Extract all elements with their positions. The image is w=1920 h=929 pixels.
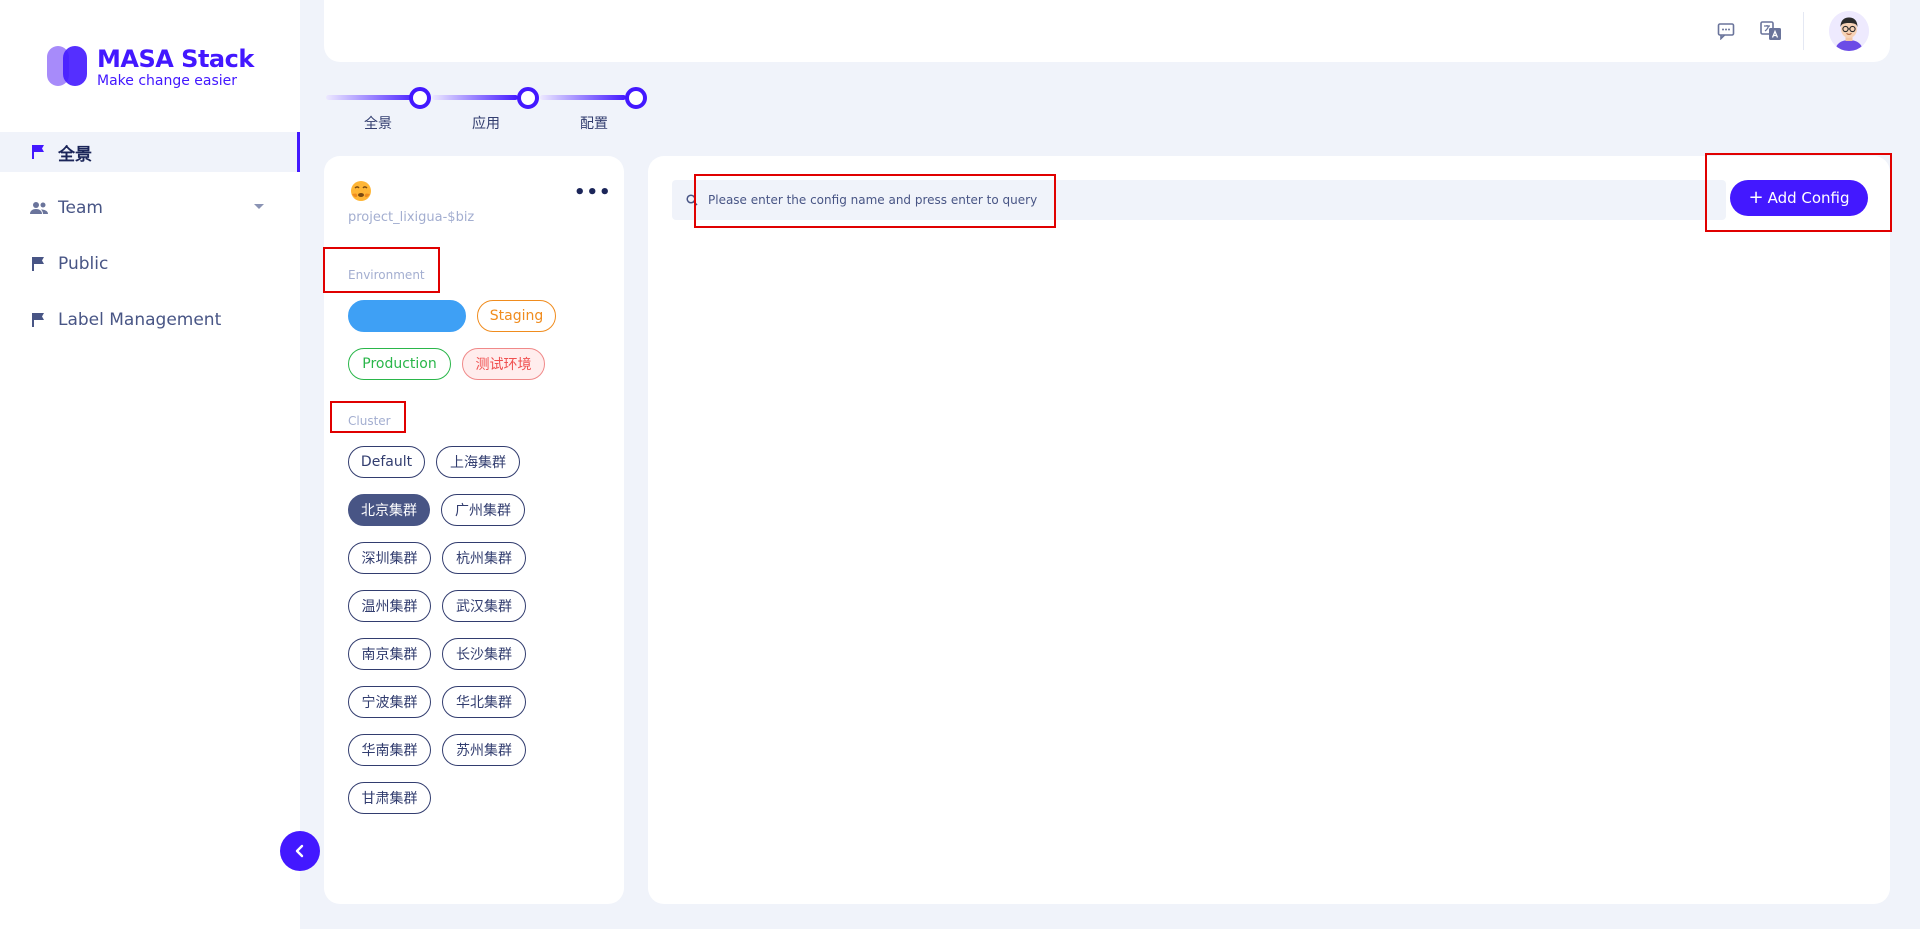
cluster-chip[interactable]: 南京集群: [348, 638, 431, 670]
cluster-chip[interactable]: 宁波集群: [348, 686, 431, 718]
search-input[interactable]: [708, 193, 1308, 207]
team-icon: [30, 199, 48, 217]
search-box[interactable]: [672, 180, 1726, 220]
search-icon: [686, 194, 698, 206]
cluster-chip-selected[interactable]: 北京集群: [348, 494, 430, 526]
config-panel: + Add Config: [648, 156, 1890, 904]
cluster-chip[interactable]: 温州集群: [348, 590, 431, 622]
project-emoji-icon: [350, 180, 372, 207]
sidebar-item-label: 全景: [58, 144, 92, 165]
cluster-chip[interactable]: Default: [348, 446, 425, 478]
plus-icon: +: [1748, 187, 1764, 208]
env-chip-test[interactable]: 测试环境: [462, 348, 545, 380]
step-config[interactable]: 配置: [564, 113, 624, 133]
brand-subtitle: Make change easier: [97, 72, 238, 89]
step-dot[interactable]: [409, 87, 431, 109]
cluster-chip[interactable]: 杭州集群: [442, 542, 526, 574]
divider: [1803, 12, 1804, 50]
cluster-chip[interactable]: 华北集群: [442, 686, 526, 718]
masa-logo-icon: [47, 46, 89, 88]
step-app[interactable]: 应用: [456, 113, 516, 133]
project-name: project_lixigua-$biz: [348, 210, 475, 225]
sidebar-item-label: Team: [58, 198, 103, 218]
sidebar-item-label: Public: [58, 254, 109, 274]
step-dot[interactable]: [625, 87, 647, 109]
sidebar-item-team[interactable]: Team: [0, 188, 300, 228]
logo[interactable]: MASA Stack Make change easier: [47, 46, 254, 88]
cluster-title: Cluster: [348, 414, 391, 428]
cluster-chip[interactable]: 甘肃集群: [348, 782, 431, 814]
cluster-chip[interactable]: 长沙集群: [442, 638, 526, 670]
sidebar-item-public[interactable]: Public: [0, 244, 300, 284]
top-bar: [324, 0, 1890, 62]
brand-title: MASA Stack: [97, 44, 254, 73]
cluster-chip[interactable]: 华南集群: [348, 734, 431, 766]
flag-icon: [30, 311, 48, 329]
sidebar-item-overview[interactable]: 全景: [0, 132, 300, 172]
cluster-chip[interactable]: 苏州集群: [442, 734, 526, 766]
flag-icon: [30, 143, 48, 161]
add-config-label: Add Config: [1767, 189, 1850, 207]
env-chip-staging[interactable]: Staging: [477, 300, 556, 332]
step-connector: [540, 95, 626, 100]
project-panel: ••• project_lixigua-$biz Environment Sta…: [324, 156, 624, 904]
step-connector: [326, 95, 420, 100]
sidebar-nav: 全景 Team Public Label Management: [0, 132, 300, 356]
step-dot[interactable]: [517, 87, 539, 109]
chevron-left-icon: [295, 844, 304, 858]
env-chip-selected[interactable]: [348, 300, 466, 332]
translate-icon[interactable]: [1760, 20, 1782, 42]
sidebar-item-label: Label Management: [58, 310, 222, 330]
chevron-down-icon[interactable]: [254, 204, 264, 209]
sidebar: MASA Stack Make change easier 全景 Team Pu…: [0, 0, 300, 929]
env-chip-production[interactable]: Production: [348, 348, 451, 380]
more-options-icon[interactable]: •••: [574, 182, 612, 203]
cluster-chip[interactable]: 深圳集群: [348, 542, 431, 574]
step-overview[interactable]: 全景: [348, 113, 408, 133]
cluster-chip[interactable]: 武汉集群: [442, 590, 526, 622]
sidebar-item-label-management[interactable]: Label Management: [0, 300, 300, 340]
avatar[interactable]: [1829, 11, 1869, 51]
collapse-sidebar-button[interactable]: [280, 831, 320, 871]
cluster-chip[interactable]: 广州集群: [441, 494, 525, 526]
step-connector: [432, 95, 518, 100]
message-icon[interactable]: [1715, 20, 1737, 42]
add-config-button[interactable]: + Add Config: [1730, 180, 1868, 216]
breadcrumb-stepper: 全景 应用 配置: [326, 86, 656, 136]
cluster-chip[interactable]: 上海集群: [436, 446, 520, 478]
environment-title: Environment: [348, 268, 425, 282]
flag-icon: [30, 255, 48, 273]
